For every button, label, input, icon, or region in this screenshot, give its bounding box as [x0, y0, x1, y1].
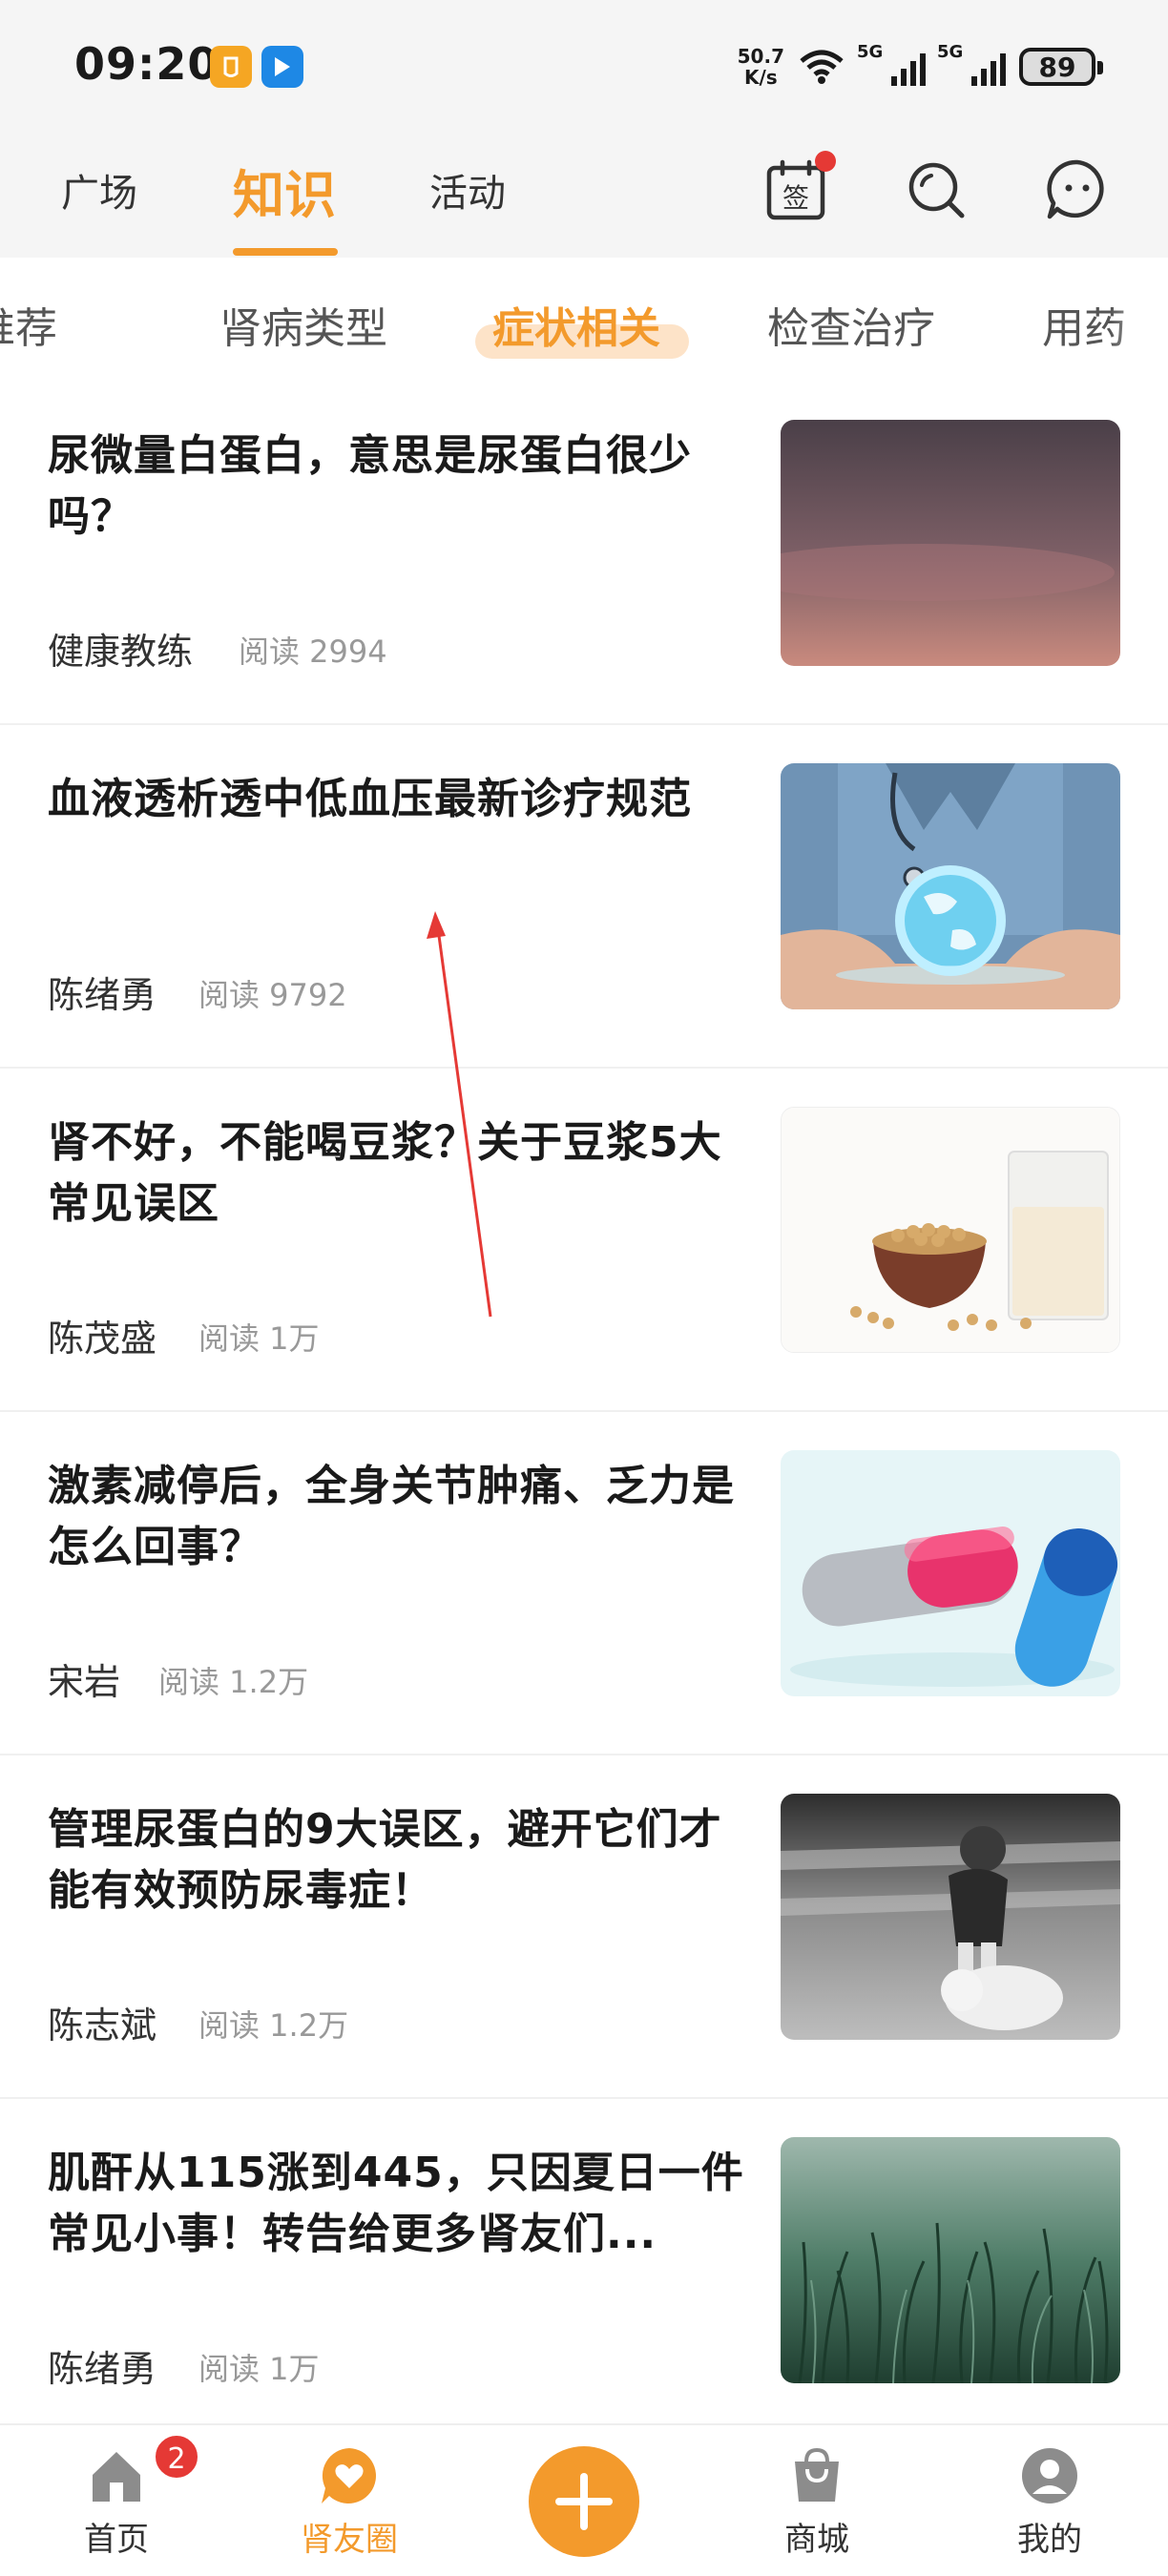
- search-icon: [908, 162, 965, 218]
- chat-icon: [1047, 159, 1104, 219]
- cellular-signal-icon: 5G: [937, 42, 1006, 86]
- status-indicators: 50.7 K/s 5G 5G 89: [738, 40, 1103, 93]
- nav-home-label: 首页: [84, 2521, 149, 2559]
- article-item[interactable]: 肾不好，不能喝豆浆？关于豆浆5大常见误区 陈茂盛 阅读 1万: [0, 1069, 1168, 1412]
- tab-square[interactable]: 广场: [61, 162, 137, 218]
- article-author: 宋岩: [48, 1661, 121, 1703]
- article-thumbnail[interactable]: [781, 1794, 1120, 2040]
- create-post-button[interactable]: [529, 2446, 639, 2557]
- article-title[interactable]: 激素减停后，全身关节肿痛、乏力是怎么回事？: [48, 1456, 754, 1578]
- nav-profile-label: 我的: [1017, 2521, 1082, 2559]
- article-read-count: 阅读 1万: [198, 2351, 320, 2387]
- doctor-globe-image: [781, 763, 1120, 1009]
- nav-profile[interactable]: 我的: [973, 2444, 1126, 2560]
- status-bar: 09:20 50.7 K/s 5G 5G 89: [0, 0, 1168, 134]
- article-author: 陈绪勇: [48, 974, 157, 1016]
- battery-icon: 89: [1019, 48, 1103, 86]
- network-speed-value: 50.7: [737, 45, 784, 68]
- article-read-count: 阅读 1万: [198, 1320, 320, 1357]
- status-time: 09:20: [74, 38, 219, 90]
- signal-label: 5G: [857, 42, 884, 62]
- article-item[interactable]: 肌酐从115涨到445，只因夏日一件常见小事！转告给更多肾友们... 陈绪勇 阅…: [0, 2099, 1168, 2442]
- grass-image: [781, 2137, 1120, 2383]
- scroll-fade: [1111, 258, 1168, 382]
- article-thumbnail[interactable]: [781, 2137, 1120, 2383]
- category-exam-treatment[interactable]: 检查治疗: [767, 294, 935, 355]
- network-speed: 50.7 K/s: [738, 46, 784, 88]
- app-notification-icon: [261, 46, 303, 88]
- article-item[interactable]: 管理尿蛋白的9大误区，避开它们才能有效预防尿毒症！ 陈志斌 阅读 1.2万: [0, 1755, 1168, 2099]
- article-author: 陈绪勇: [48, 2348, 157, 2390]
- bottom-nav: 2 首页 肾友圈 商城 我的: [0, 2423, 1168, 2576]
- battery-level: 89: [1038, 51, 1076, 83]
- article-item[interactable]: 尿微量白蛋白，意思是尿蛋白很少吗？ 健康教练 阅读 2994: [0, 382, 1168, 725]
- article-author: 陈茂盛: [48, 1318, 157, 1360]
- top-nav: 广场 知识 活动 签: [0, 134, 1168, 258]
- article-title[interactable]: 血液透析透中低血压最新诊疗规范: [48, 769, 754, 830]
- category-symptoms[interactable]: 症状相关: [492, 294, 660, 355]
- home-icon: [93, 2452, 140, 2502]
- plus-icon: [555, 2473, 613, 2530]
- article-thumbnail[interactable]: [781, 1450, 1120, 1696]
- article-thumbnail[interactable]: [781, 1107, 1120, 1353]
- capsules-image: [781, 1450, 1120, 1696]
- article-author: 陈志斌: [48, 2005, 157, 2046]
- wifi-icon: [800, 50, 844, 84]
- soybean-milk-image: [782, 1108, 1119, 1352]
- app-notification-icon: [210, 46, 252, 88]
- article-item[interactable]: 激素减停后，全身关节肿痛、乏力是怎么回事？ 宋岩 阅读 1.2万: [0, 1412, 1168, 1755]
- category-tabs: 推荐 肾病类型 症状相关 检查治疗 用药: [0, 258, 1168, 382]
- nav-shop[interactable]: 商城: [740, 2444, 893, 2560]
- nav-kidney-friends[interactable]: 肾友圈: [273, 2444, 426, 2560]
- article-read-count: 阅读 9792: [198, 977, 347, 1013]
- nav-kidney-friends-label: 肾友圈: [301, 2521, 398, 2559]
- active-tab-indicator: [233, 248, 338, 256]
- article-read-count: 阅读 1.2万: [158, 1664, 309, 1700]
- article-title[interactable]: 管理尿蛋白的9大误区，避开它们才能有效预防尿毒症！: [48, 1799, 754, 1922]
- article-title[interactable]: 肌酐从115涨到445，只因夏日一件常见小事！转告给更多肾友们...: [48, 2143, 754, 2265]
- cellular-signal-icon: 5G: [857, 42, 926, 86]
- messages-button[interactable]: [1044, 156, 1111, 223]
- home-badge: 2: [153, 2433, 200, 2481]
- shopping-bag-icon: [795, 2447, 839, 2502]
- crescent-moon-image: [781, 420, 1120, 666]
- nav-shop-label: 商城: [784, 2521, 849, 2559]
- article-thumbnail[interactable]: [781, 420, 1120, 666]
- network-speed-unit: K/s: [743, 66, 778, 89]
- article-thumbnail[interactable]: [781, 763, 1120, 1009]
- profile-icon: [1022, 2448, 1077, 2503]
- category-kidney-types[interactable]: 肾病类型: [219, 294, 387, 355]
- signal-label: 5G: [937, 42, 964, 62]
- article-item[interactable]: 血液透析透中低血压最新诊疗规范 陈绪勇 阅读 9792: [0, 725, 1168, 1069]
- tab-knowledge[interactable]: 知识: [233, 153, 336, 228]
- article-title[interactable]: 肾不好，不能喝豆浆？关于豆浆5大常见误区: [48, 1112, 754, 1235]
- article-author: 健康教练: [48, 631, 194, 673]
- article-read-count: 阅读 2994: [239, 634, 387, 670]
- search-button[interactable]: [903, 156, 970, 223]
- article-title[interactable]: 尿微量白蛋白，意思是尿蛋白很少吗？: [48, 426, 754, 548]
- notification-dot: [815, 151, 836, 172]
- article-read-count: 阅读 1.2万: [198, 2007, 349, 2044]
- svg-text:签: 签: [782, 182, 809, 214]
- category-recommend[interactable]: 推荐: [0, 294, 57, 355]
- heart-chat-icon: [322, 2448, 376, 2503]
- tab-activity[interactable]: 活动: [429, 162, 506, 218]
- girl-dog-image: [781, 1794, 1120, 2040]
- nav-home[interactable]: 2 首页: [40, 2433, 200, 2560]
